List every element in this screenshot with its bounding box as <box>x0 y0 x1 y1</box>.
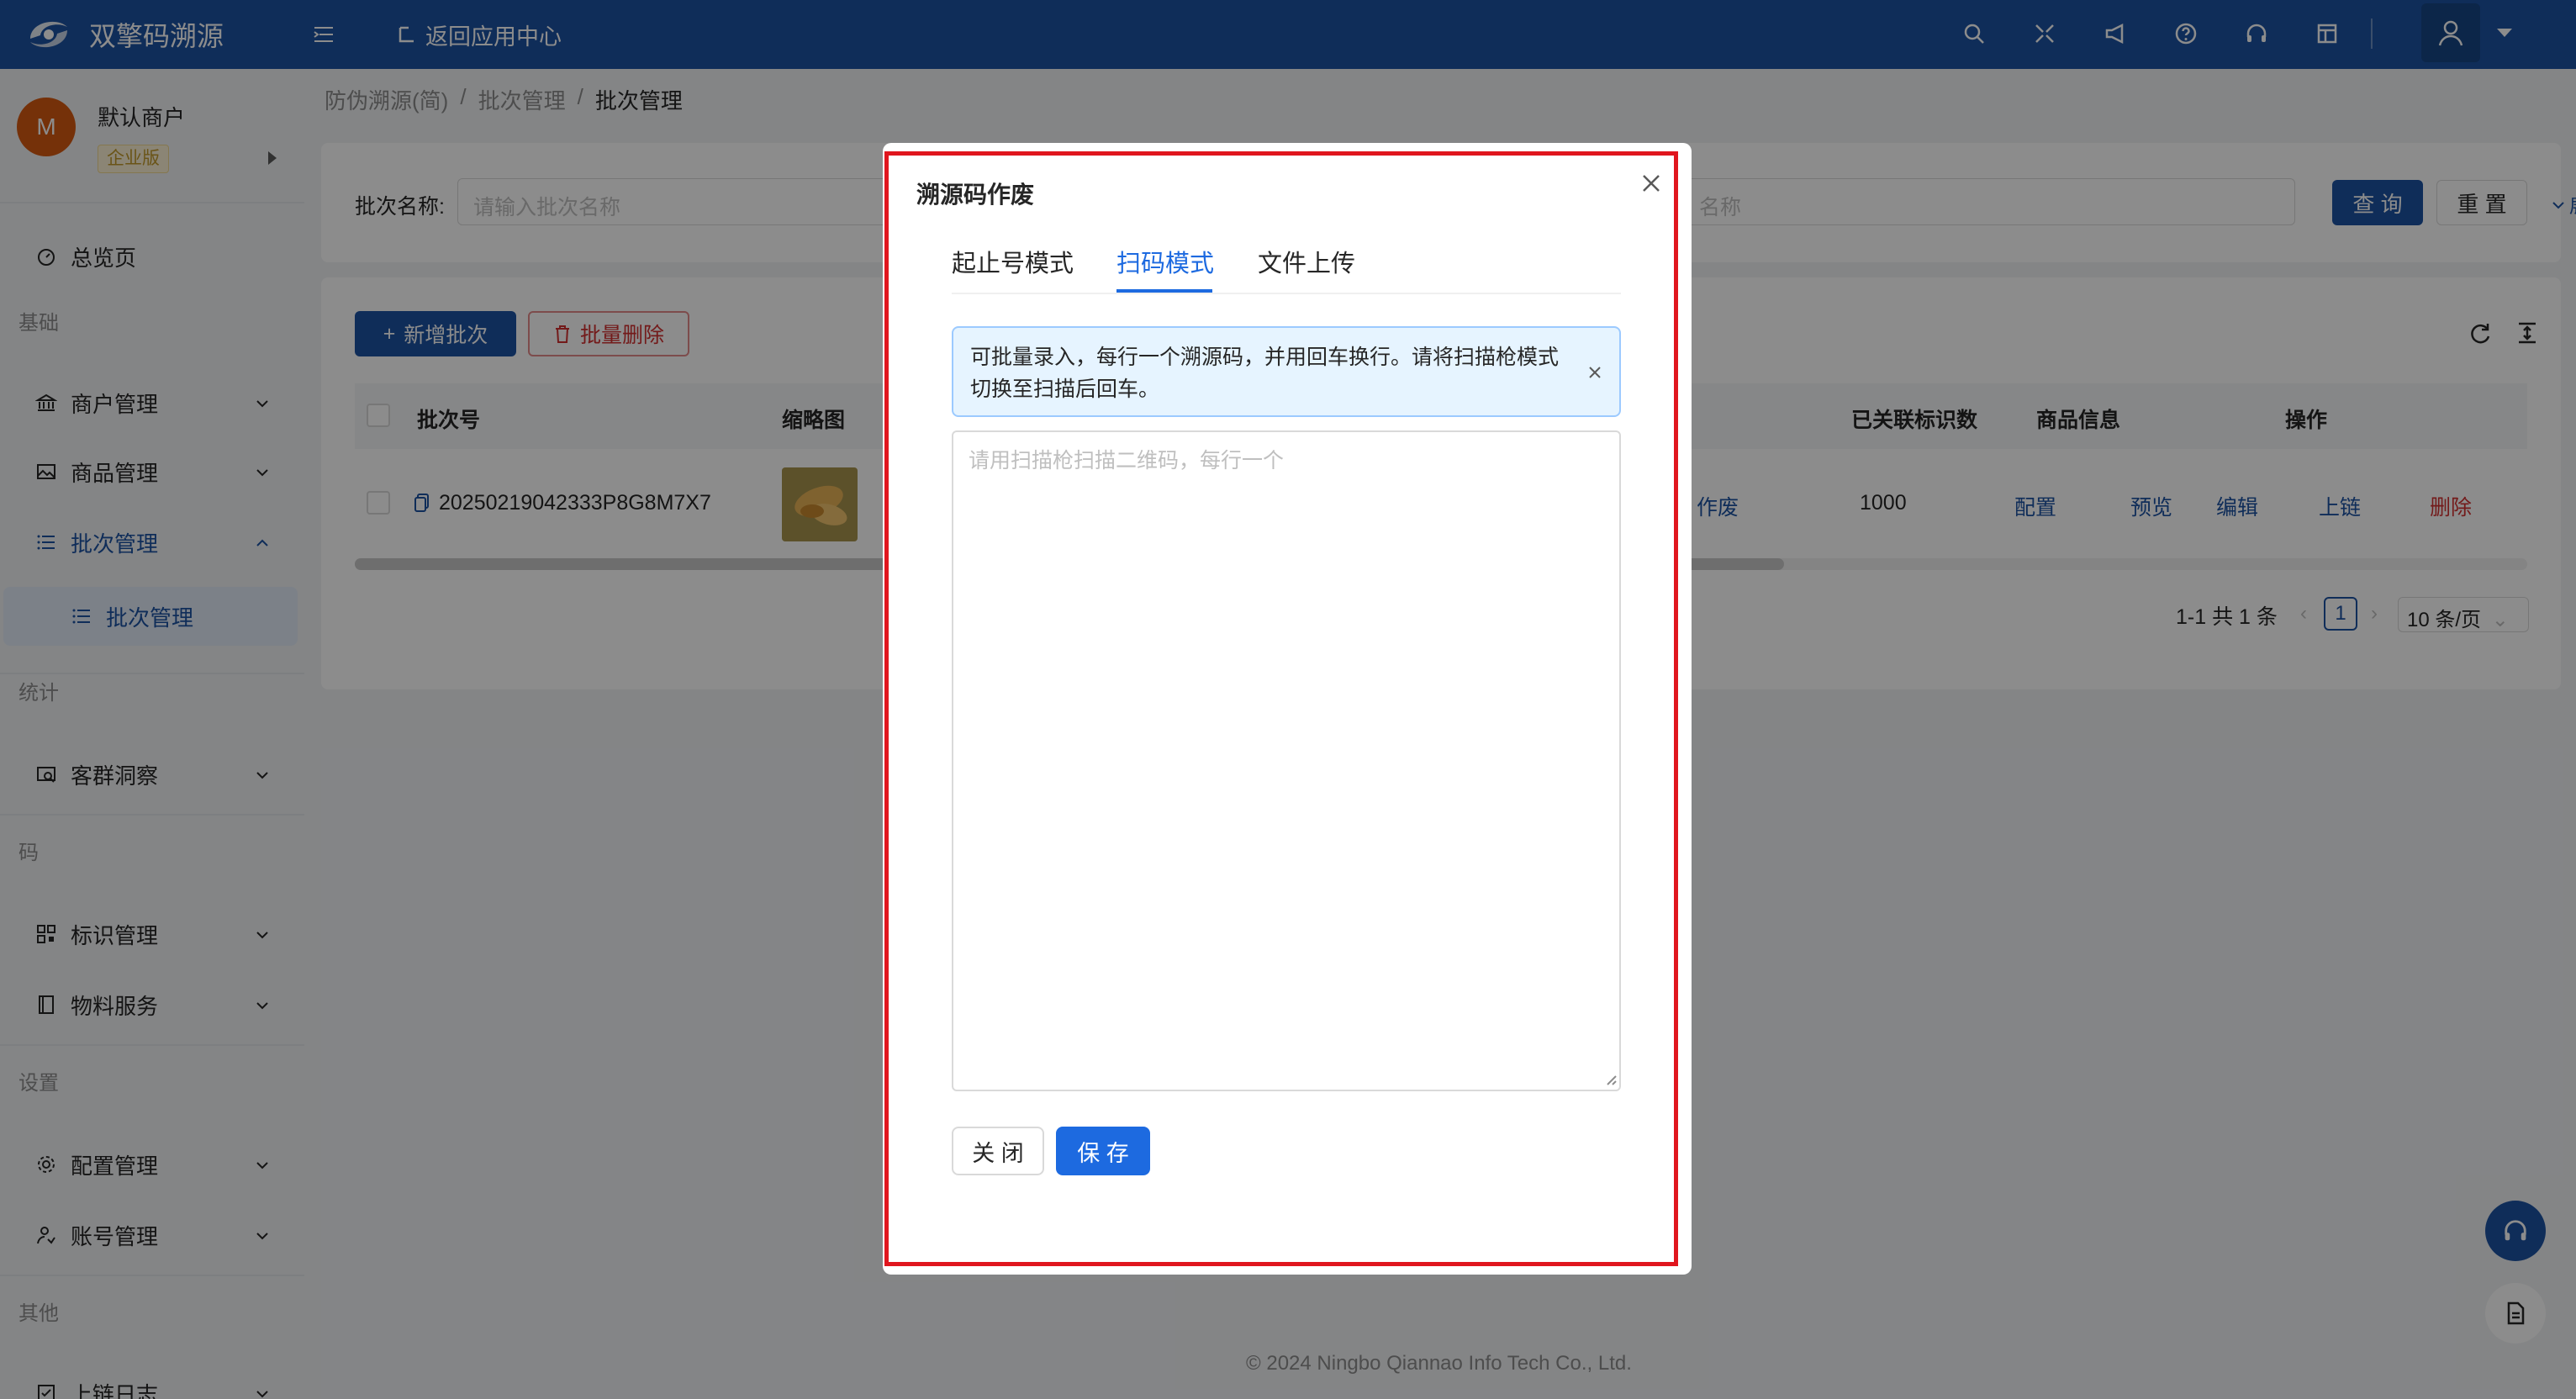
textarea-placeholder: 请用扫描枪扫描二维码，每行一个 <box>969 449 1285 472</box>
void-code-modal: 溯源码作废 起止号模式 扫码模式 文件上传 可批量录入，每行一个溯源码，并用回车… <box>883 143 1692 1275</box>
modal-title: 溯源码作废 <box>916 182 1035 208</box>
close-icon[interactable] <box>1639 172 1663 195</box>
scan-codes-textarea[interactable]: 请用扫描枪扫描二维码，每行一个 <box>952 430 1621 1091</box>
save-button[interactable]: 保 存 <box>1056 1127 1150 1175</box>
resize-handle-icon[interactable] <box>1601 1069 1618 1086</box>
alert-text: 可批量录入，每行一个溯源码，并用回车换行。请将扫描枪模式切换至扫描后回车。 <box>970 346 1560 401</box>
close-button[interactable]: 关 闭 <box>952 1127 1044 1175</box>
tab-scan-mode[interactable]: 扫码模式 <box>1116 244 1214 279</box>
tab-range-mode[interactable]: 起止号模式 <box>952 244 1074 279</box>
alert-close-icon[interactable] <box>1586 363 1604 382</box>
info-alert: 可批量录入，每行一个溯源码，并用回车换行。请将扫描枪模式切换至扫描后回车。 <box>952 326 1621 417</box>
tab-file-upload[interactable]: 文件上传 <box>1258 244 1355 279</box>
tab-ink-bar <box>1116 289 1212 293</box>
mode-tabs: 起止号模式 扫码模式 文件上传 <box>952 230 1621 294</box>
